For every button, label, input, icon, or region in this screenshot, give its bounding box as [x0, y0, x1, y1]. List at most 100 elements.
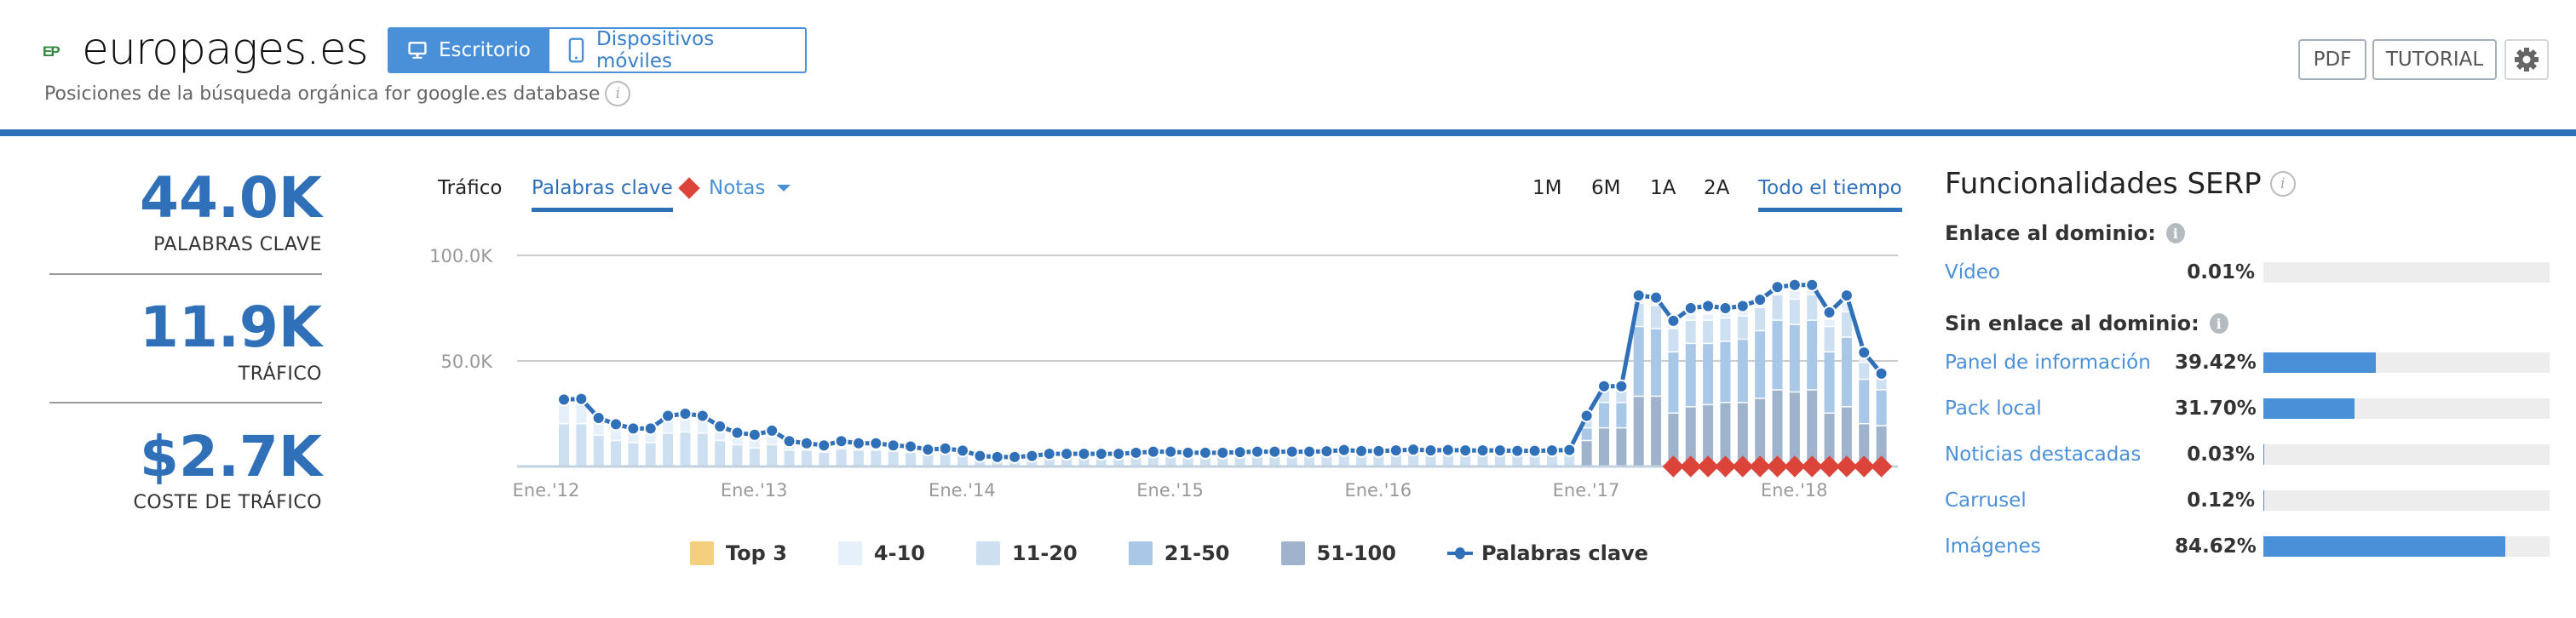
serp-progress-fill [2263, 398, 2355, 419]
keywords-point [1597, 379, 1611, 393]
legend-item-21-50[interactable]: 21-50 [1128, 541, 1230, 565]
bar-segment-r51_100 [1755, 398, 1766, 466]
keywords-point [626, 421, 641, 436]
serp-feature-link[interactable]: Pack local [1945, 398, 2175, 420]
bar-segment-r51_100 [1581, 441, 1592, 466]
keywords-point [886, 438, 900, 453]
chart-legend: Top 3 4-10 11-20 21-50 51-100 Palabras c… [690, 541, 1699, 565]
keywords-point [1389, 443, 1403, 458]
serp-feature-link[interactable]: Noticias destacadas [1945, 443, 2175, 466]
bar-segment-r11_20 [628, 443, 639, 466]
legend-item-11-20[interactable]: 11-20 [975, 541, 1078, 565]
keywords-point [695, 409, 710, 423]
legend-item-51-100[interactable]: 51-100 [1280, 541, 1396, 565]
bar-segment-r51_100 [1807, 390, 1818, 466]
section-heading-text: Enlace al dominio: [1945, 221, 2156, 245]
keywords-point [782, 434, 796, 449]
bar-segment-r4_10 [1703, 314, 1714, 320]
keywords-point [1649, 290, 1664, 305]
bar-segment-r11_20 [1737, 316, 1748, 339]
info-icon[interactable]: i [2269, 171, 2296, 197]
keywords-point [869, 436, 883, 450]
serp-percent: 39.42% [2175, 352, 2257, 374]
serp-percent: 0.01% [2187, 261, 2255, 283]
serp-row: Pack local 31.70% [1945, 396, 2550, 421]
info-icon[interactable]: i [2209, 313, 2228, 334]
keywords-point [1701, 299, 1716, 313]
bar-segment-r11_20 [1772, 295, 1783, 320]
keywords-point [851, 436, 865, 450]
bar-segment-r4_10 [1824, 319, 1835, 326]
bar-segment-r21_50 [1755, 331, 1766, 398]
serp-percent: 0.03% [2187, 443, 2255, 466]
serp-progress-bar [2263, 536, 2550, 557]
bar-segment-r11_20 [1651, 306, 1662, 329]
unlinked-section-heading: Sin enlace al dominio: i [1945, 312, 2228, 335]
keywords-point [834, 434, 848, 449]
bar-segment-r11_20 [819, 452, 830, 466]
bar-segment-r51_100 [1633, 397, 1644, 466]
bar-segment-r21_50 [1737, 340, 1748, 403]
serp-row: Panel de información 39.42% [1945, 350, 2550, 375]
bar-segment-r21_50 [1685, 344, 1696, 407]
serp-feature-link[interactable]: Imágenes [1945, 535, 2175, 558]
bar-segment-r11_20 [1685, 320, 1696, 343]
legend-item-keywords-line[interactable]: Palabras clave [1446, 541, 1648, 565]
bar-segment-r11_20 [836, 449, 847, 466]
bar-segment-r21_50 [1616, 403, 1627, 427]
bar-segment-r11_20 [1789, 300, 1800, 324]
legend-label: Top 3 [726, 541, 787, 565]
serp-feature-link[interactable]: Panel de información [1945, 352, 2175, 374]
bar-segment-r11_20 [576, 424, 587, 466]
keywords-point [1805, 278, 1820, 292]
bar-segment-r11_20 [801, 450, 812, 466]
bar-segment-r4_10 [1685, 314, 1696, 320]
serp-row: Noticias destacadas 0.03% [1945, 442, 2550, 467]
bar-segment-r11_20 [1755, 308, 1766, 330]
serp-feature-link[interactable]: Vídeo [1945, 261, 2175, 283]
keywords-point [1233, 445, 1247, 460]
serp-percent: 0.12% [2187, 489, 2255, 512]
bar-segment-r21_50 [1651, 329, 1662, 396]
bar-segment-r51_100 [1599, 428, 1609, 466]
keywords-point [973, 449, 987, 463]
bar-segment-r11_20 [906, 452, 916, 466]
legend-label: 11-20 [1011, 541, 1078, 565]
keywords-point [1094, 447, 1108, 461]
bar-segment-r11_20 [767, 445, 778, 466]
bar-segment-r21_50 [1668, 352, 1679, 413]
keywords-point [1146, 444, 1160, 459]
bar-segment-r21_50 [1581, 428, 1592, 440]
bar-segment-r21_50 [1703, 344, 1714, 404]
info-icon[interactable]: i [2165, 223, 2185, 243]
keywords-point [1268, 444, 1282, 459]
bar-segment-r11_20 [697, 433, 708, 466]
keywords-point [765, 423, 779, 438]
linked-section-heading: Enlace al dominio: i [1945, 221, 2185, 245]
bar-segment-r11_20 [1824, 327, 1835, 352]
bar-segment-r11_20 [940, 454, 951, 466]
serp-row: Carrusel 0.12% [1945, 488, 2550, 513]
bar-segment-r11_20 [559, 424, 569, 466]
x-tick-label: Ene.'12 [512, 480, 580, 501]
keywords-point [1112, 447, 1126, 461]
bar-segment-r11_20 [593, 436, 604, 466]
legend-item-4-10[interactable]: 4-10 [837, 541, 925, 565]
serp-feature-link[interactable]: Carrusel [1945, 489, 2175, 512]
legend-item-top3[interactable]: Top 3 [690, 541, 787, 565]
serp-progress-bar [2263, 444, 2550, 465]
serp-title-text: Funcionalidades SERP [1945, 167, 2262, 201]
keywords-point [1129, 445, 1143, 460]
keywords-point [904, 439, 917, 454]
keywords-point [1077, 447, 1091, 461]
note-marker-icon [1870, 455, 1893, 478]
legend-swatch [837, 541, 862, 565]
x-tick-label: Ene.'17 [1552, 480, 1620, 501]
bar-segment-r21_50 [1789, 324, 1800, 392]
serp-progress-bar [2263, 398, 2550, 419]
serp-features-title: Funcionalidades SERP i [1945, 167, 2296, 201]
bar-segment-r21_50 [1772, 320, 1783, 390]
serp-progress-fill [2263, 352, 2377, 373]
keywords-point [1822, 305, 1837, 319]
bar-segment-r11_20 [732, 445, 743, 466]
